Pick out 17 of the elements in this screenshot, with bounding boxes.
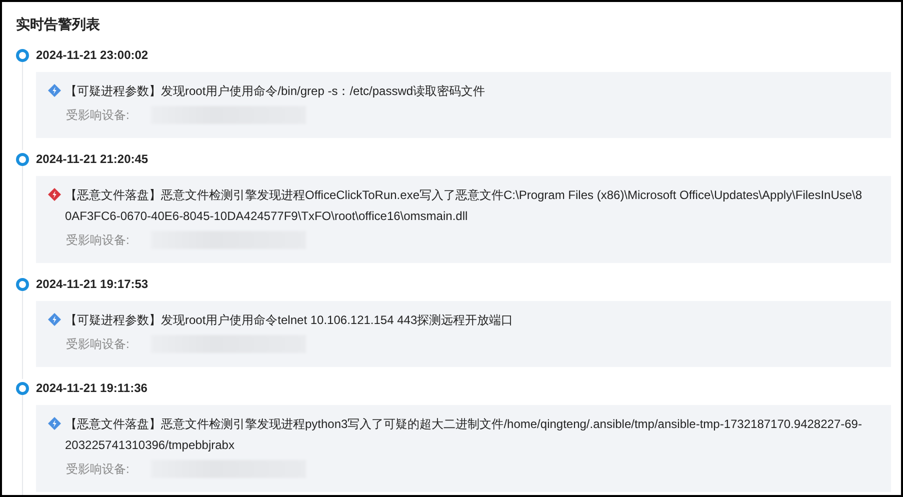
device-label: 受影响设备: xyxy=(66,232,130,249)
panel-title: 实时告警列表 xyxy=(16,16,100,34)
timeline-dot xyxy=(16,49,29,62)
timeline-dot xyxy=(16,382,29,395)
alert-message: 【可疑进程参数】发现root用户使用命令/bin/grep -s：/etc/passwd读取密码文件 xyxy=(65,83,486,100)
alert-message: 【可疑进程参数】发现root用户使用命令telnet 10.106.121.154 443探测远程开放端口 xyxy=(65,312,514,329)
timeline-dot xyxy=(16,153,29,166)
alert-message: 【恶意文件落盘】恶意文件检测引擎发现进程python3写入了可疑的超大二进制文件/home/qingteng/.ansible/tmp/ansible-tmp-1732187170.9428227-69-203225741310396/tmpebbjrabx xyxy=(65,416,863,454)
alert-time: 2024-11-21 23:00:02 xyxy=(36,47,148,63)
device-label: 受影响设备: xyxy=(66,107,130,124)
timeline-dot xyxy=(16,278,29,291)
alert-time: 2024-11-21 19:11:36 xyxy=(36,380,148,396)
alert-message: 【恶意文件落盘】恶意文件检测引擎发现进程OfficeClickToRun.exe写入了恶意文件C:\Program Files (x86)\Microsoft Office\Updates\Apply\FilesInUse\80AF3FC6-0670-40E6-8045-10DA424577F9\TxFO\root\office16\omsmain.dll xyxy=(65,187,864,225)
device-label: 受影响设备: xyxy=(66,461,130,478)
alert-time: 2024-11-21 19:17:53 xyxy=(36,276,148,292)
alert-time: 2024-11-21 21:20:45 xyxy=(36,151,148,167)
device-label: 受影响设备: xyxy=(66,336,130,353)
